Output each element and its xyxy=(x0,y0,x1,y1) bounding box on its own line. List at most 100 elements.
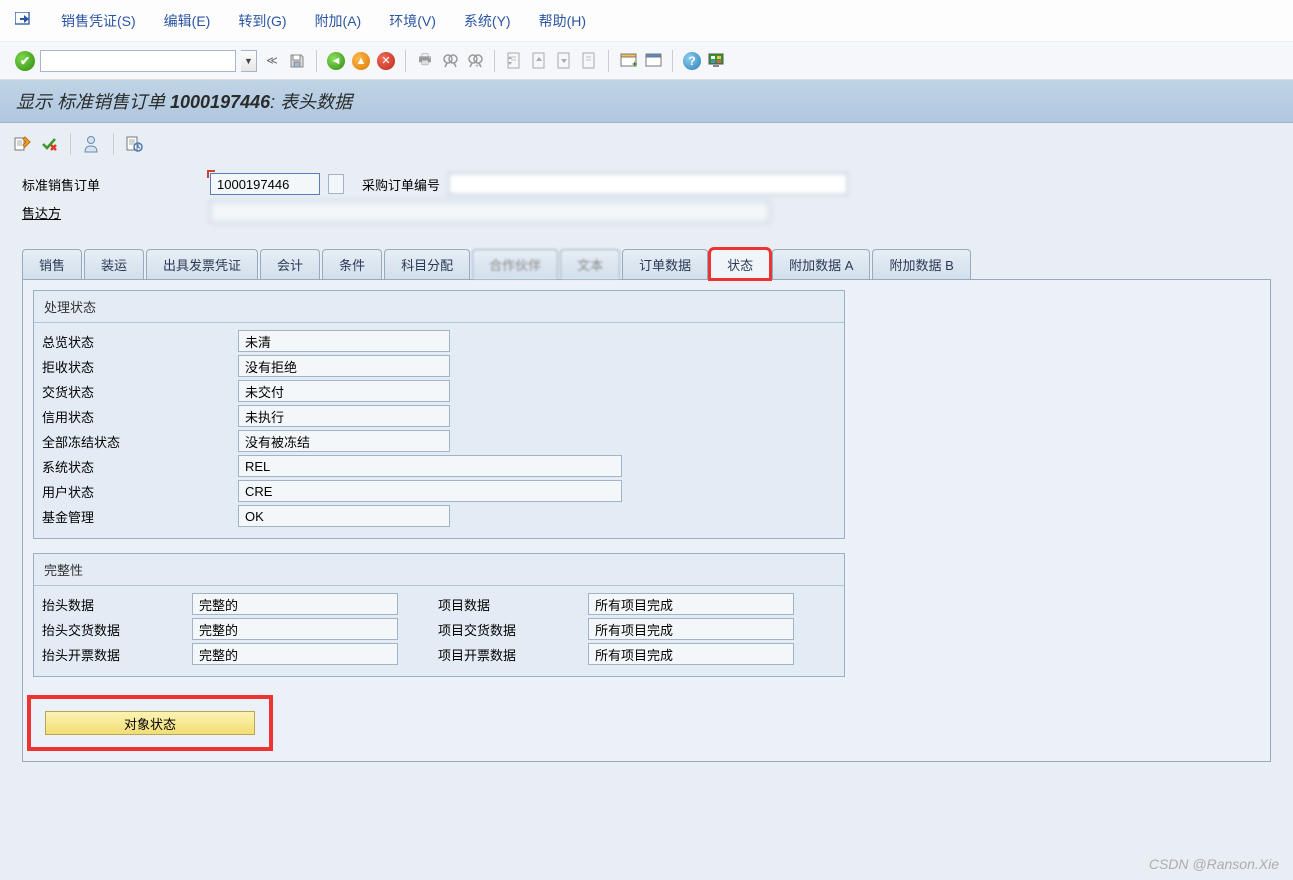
completeness-row: 抬头交货数据 xyxy=(42,618,398,640)
object-status-button[interactable]: 对象状态 xyxy=(45,711,255,735)
cancel-icon[interactable]: ✕ xyxy=(376,51,396,71)
completeness-label: 抬头数据 xyxy=(42,595,192,614)
completeness-value xyxy=(588,643,794,665)
help-icon[interactable]: ? xyxy=(682,51,702,71)
header-fields: 标准销售订单 采购订单编号 售达方 xyxy=(0,165,1293,243)
first-page-icon[interactable] xyxy=(504,51,524,71)
menu-help[interactable]: 帮助(H) xyxy=(539,11,586,31)
group-completeness: 完整性 抬头数据抬头交货数据抬头开票数据 项目数据项目交货数据项目开票数据 xyxy=(33,553,845,677)
tab-0[interactable]: 销售 xyxy=(22,249,82,279)
prev-page-icon[interactable] xyxy=(529,51,549,71)
po-number-input[interactable] xyxy=(448,173,848,195)
group-title-completeness: 完整性 xyxy=(34,554,844,586)
completeness-row: 项目数据 xyxy=(438,593,794,615)
status-row: 系统状态 xyxy=(42,455,836,477)
completeness-label: 抬头开票数据 xyxy=(42,645,192,664)
status-row: 拒收状态 xyxy=(42,355,836,377)
header-detail-icon[interactable] xyxy=(126,135,144,153)
order-number-input[interactable] xyxy=(210,173,320,195)
title-number: 1000197446 xyxy=(170,92,270,112)
menu-system[interactable]: 系统(Y) xyxy=(464,11,511,31)
last-page-icon[interactable] xyxy=(579,51,599,71)
find-next-icon[interactable]: + xyxy=(465,51,485,71)
tab-9[interactable]: 状态 xyxy=(710,249,770,279)
object-status-highlight: 对象状态 xyxy=(27,695,273,751)
menu-extras[interactable]: 附加(A) xyxy=(315,11,362,31)
menu-environment[interactable]: 环境(V) xyxy=(389,11,436,31)
status-value xyxy=(238,405,450,427)
find-icon[interactable] xyxy=(440,51,460,71)
status-label: 全部冻结状态 xyxy=(42,432,238,451)
completeness-row: 项目交货数据 xyxy=(438,618,794,640)
back-icon[interactable]: ◄ xyxy=(326,51,346,71)
soldto-input[interactable] xyxy=(210,201,770,223)
completeness-value xyxy=(588,593,794,615)
status-row: 用户状态 xyxy=(42,480,836,502)
next-page-icon[interactable] xyxy=(554,51,574,71)
menu-goto[interactable]: 转到(G) xyxy=(238,11,286,31)
tab-7[interactable]: 文本 xyxy=(560,249,620,279)
tab-4[interactable]: 条件 xyxy=(322,249,382,279)
order-label: 标准销售订单 xyxy=(22,175,202,194)
status-value xyxy=(238,430,450,452)
enter-icon[interactable]: ✔ xyxy=(15,51,35,71)
status-value xyxy=(238,330,450,352)
completeness-label: 抬头交货数据 xyxy=(42,620,192,639)
tab-2[interactable]: 出具发票凭证 xyxy=(146,249,258,279)
menu-edit[interactable]: 编辑(E) xyxy=(164,11,211,31)
completeness-label: 项目交货数据 xyxy=(438,620,588,639)
system-toolbar: ✔ ▼ ≪ ◄ ▲ ✕ 🖶 + + ? xyxy=(0,42,1293,80)
group-title-processing: 处理状态 xyxy=(34,291,844,323)
completeness-value xyxy=(588,618,794,640)
print-icon[interactable]: 🖶 xyxy=(415,51,435,71)
command-field[interactable] xyxy=(40,50,236,72)
soldto-label: 售达方 xyxy=(22,203,202,222)
menu-overflow-icon[interactable] xyxy=(15,12,33,29)
reject-icon[interactable] xyxy=(40,135,58,153)
tab-10[interactable]: 附加数据 A xyxy=(772,249,870,279)
order-row: 标准销售订单 采购订单编号 xyxy=(22,173,1271,195)
status-value xyxy=(238,505,450,527)
tab-5[interactable]: 科目分配 xyxy=(384,249,470,279)
display-change-icon[interactable] xyxy=(14,135,32,153)
completeness-row: 项目开票数据 xyxy=(438,643,794,665)
save-icon[interactable] xyxy=(287,51,307,71)
soldto-row: 售达方 xyxy=(22,201,1271,223)
title-prefix: 显示 标准销售订单 xyxy=(16,92,170,112)
tab-8[interactable]: 订单数据 xyxy=(622,249,708,279)
tab-1[interactable]: 装运 xyxy=(84,249,144,279)
new-session-icon[interactable]: + xyxy=(618,51,638,71)
completeness-label: 项目数据 xyxy=(438,595,588,614)
menu-bar: 销售凭证(S) 编辑(E) 转到(G) 附加(A) 环境(V) 系统(Y) 帮助… xyxy=(0,0,1293,42)
tab-3[interactable]: 会计 xyxy=(260,249,320,279)
status-label: 交货状态 xyxy=(42,382,238,401)
completeness-value xyxy=(192,618,398,640)
menu-sales-doc[interactable]: 销售凭证(S) xyxy=(61,11,136,31)
separator xyxy=(113,133,114,155)
partner-icon[interactable] xyxy=(83,135,101,153)
tab-strip: 销售装运出具发票凭证会计条件科目分配合作伙伴文本订单数据状态附加数据 A附加数据… xyxy=(0,249,1293,279)
status-row: 全部冻结状态 xyxy=(42,430,836,452)
command-dropdown-icon[interactable]: ▼ xyxy=(241,50,257,72)
po-label: 采购订单编号 xyxy=(362,175,440,194)
tab-11[interactable]: 附加数据 B xyxy=(872,249,970,279)
status-row: 总览状态 xyxy=(42,330,836,352)
layout-icon[interactable] xyxy=(707,51,727,71)
completeness-row: 抬头开票数据 xyxy=(42,643,398,665)
separator xyxy=(672,50,673,72)
exit-icon[interactable]: ▲ xyxy=(351,51,371,71)
shortcut-icon[interactable] xyxy=(643,51,663,71)
status-row: 基金管理 xyxy=(42,505,836,527)
status-label: 总览状态 xyxy=(42,332,238,351)
status-label: 基金管理 xyxy=(42,507,238,526)
tab-6[interactable]: 合作伙伴 xyxy=(472,249,558,279)
page-title: 显示 标准销售订单 1000197446: 表头数据 xyxy=(0,80,1293,123)
completeness-value xyxy=(192,643,398,665)
status-label: 系统状态 xyxy=(42,457,238,476)
completeness-label: 项目开票数据 xyxy=(438,645,588,664)
svg-text:+: + xyxy=(475,63,479,69)
status-label: 用户状态 xyxy=(42,482,238,501)
order-search-help-icon[interactable] xyxy=(328,174,344,194)
status-label: 拒收状态 xyxy=(42,357,238,376)
double-left-icon[interactable]: ≪ xyxy=(262,51,282,71)
